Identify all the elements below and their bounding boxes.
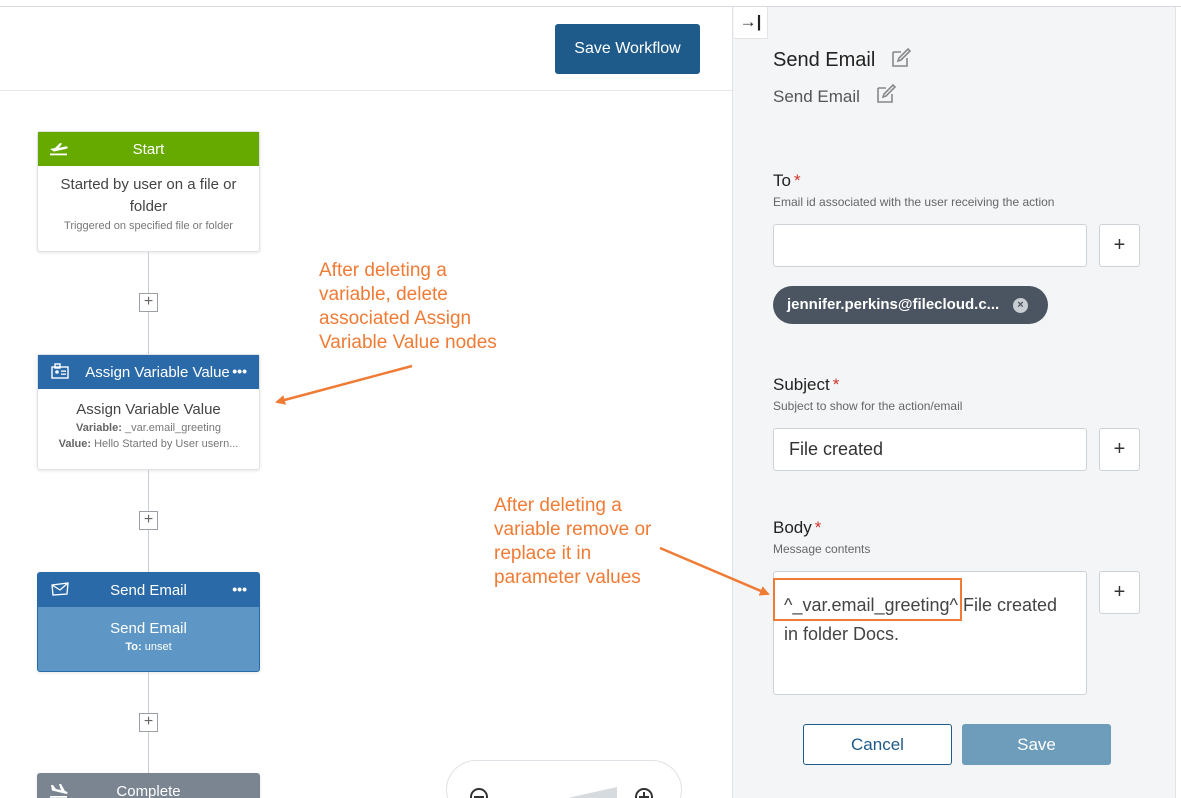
collapse-panel-button[interactable]: →| <box>734 7 768 39</box>
remove-recipient-icon[interactable]: × <box>1013 298 1028 313</box>
plane-landing-icon <box>50 784 68 798</box>
panel-title: Send Email <box>773 49 876 71</box>
cancel-button[interactable]: Cancel <box>803 724 952 765</box>
add-step-button[interactable]: + <box>139 511 158 530</box>
start-node-title: Start <box>132 140 165 158</box>
send-email-node[interactable]: Send Email ••• Send Email To: unset <box>37 572 260 672</box>
complete-node-header: Complete <box>38 774 259 798</box>
assign-variable-icon <box>51 363 69 379</box>
to-line: To: unset <box>125 641 172 653</box>
body-label: Body * <box>773 518 822 537</box>
top-border <box>0 0 1181 7</box>
canvas-toolbar: Save Workflow <box>0 7 732 91</box>
start-node-subtext: Triggered on specified file or folder <box>64 220 233 232</box>
add-step-button[interactable]: + <box>139 293 158 312</box>
variable-line: Variable: _var.email_greeting <box>76 422 221 434</box>
body-add-button[interactable]: + <box>1099 571 1140 614</box>
edit-subtitle-icon[interactable] <box>875 83 897 105</box>
assign-variable-node[interactable]: Assign Variable Value ••• Assign Variabl… <box>37 354 260 470</box>
save-button[interactable]: Save <box>962 724 1111 765</box>
zoom-out-icon[interactable] <box>470 788 489 798</box>
assign-variable-node-title: Assign Variable Value <box>85 363 230 381</box>
send-email-node-title: Send Email <box>110 581 187 599</box>
save-workflow-button[interactable]: Save Workflow <box>555 24 700 74</box>
recipient-chip: jennifer.perkins@filecloud.c... <box>773 286 1048 324</box>
annotation-replace-parameters: After deleting a variable remove or repl… <box>494 495 652 588</box>
body-help: Message contents <box>773 542 871 556</box>
start-node[interactable]: Start Started by user on a file or folde… <box>37 131 260 252</box>
subject-label: Subject * <box>773 375 840 394</box>
zoom-in-icon[interactable] <box>635 788 654 798</box>
to-add-button[interactable]: + <box>1099 224 1140 267</box>
panel-subtitle: Send Email <box>773 87 860 106</box>
assign-variable-node-header: Assign Variable Value ••• <box>38 355 259 389</box>
subject-input[interactable] <box>773 428 1087 471</box>
node-menu-button[interactable]: ••• <box>232 581 247 597</box>
zoom-slider-track[interactable] <box>527 787 617 798</box>
send-email-node-header: Send Email ••• <box>38 573 259 607</box>
workflow-editor: Save Workflow Start Started by user on a… <box>0 0 1181 798</box>
body-textarea[interactable]: ^_var.email_greeting^ File created in fo… <box>773 571 1087 695</box>
complete-node[interactable]: Complete <box>37 773 260 798</box>
annotation-delete-nodes: After deleting a variable, delete associ… <box>319 260 497 353</box>
start-node-header: Start <box>38 132 259 166</box>
to-label: To * <box>773 171 801 190</box>
scrollbar-edge <box>1175 7 1181 798</box>
subject-add-button[interactable]: + <box>1099 428 1140 471</box>
edit-title-icon[interactable] <box>890 47 912 69</box>
plane-takeoff-icon <box>50 143 68 156</box>
value-line: Value: Hello Started by User usern... <box>58 438 239 450</box>
complete-node-title: Complete <box>116 782 181 798</box>
node-menu-button[interactable]: ••• <box>232 363 247 379</box>
add-step-button[interactable]: + <box>139 713 158 732</box>
to-help: Email id associated with the user receiv… <box>773 195 1055 209</box>
properties-panel: →| Send Email Send Email To * Email id as… <box>732 7 1181 798</box>
zoom-control <box>446 760 682 798</box>
send-email-node-text: Send Email <box>110 620 187 637</box>
assign-variable-node-text: Assign Variable Value <box>76 401 221 418</box>
email-icon <box>51 582 69 596</box>
start-node-text: Started by user on a file or folder <box>60 176 237 215</box>
subject-help: Subject to show for the action/email <box>773 399 963 413</box>
to-input[interactable] <box>773 224 1087 267</box>
workflow-canvas[interactable]: Save Workflow Start Started by user on a… <box>0 7 732 798</box>
